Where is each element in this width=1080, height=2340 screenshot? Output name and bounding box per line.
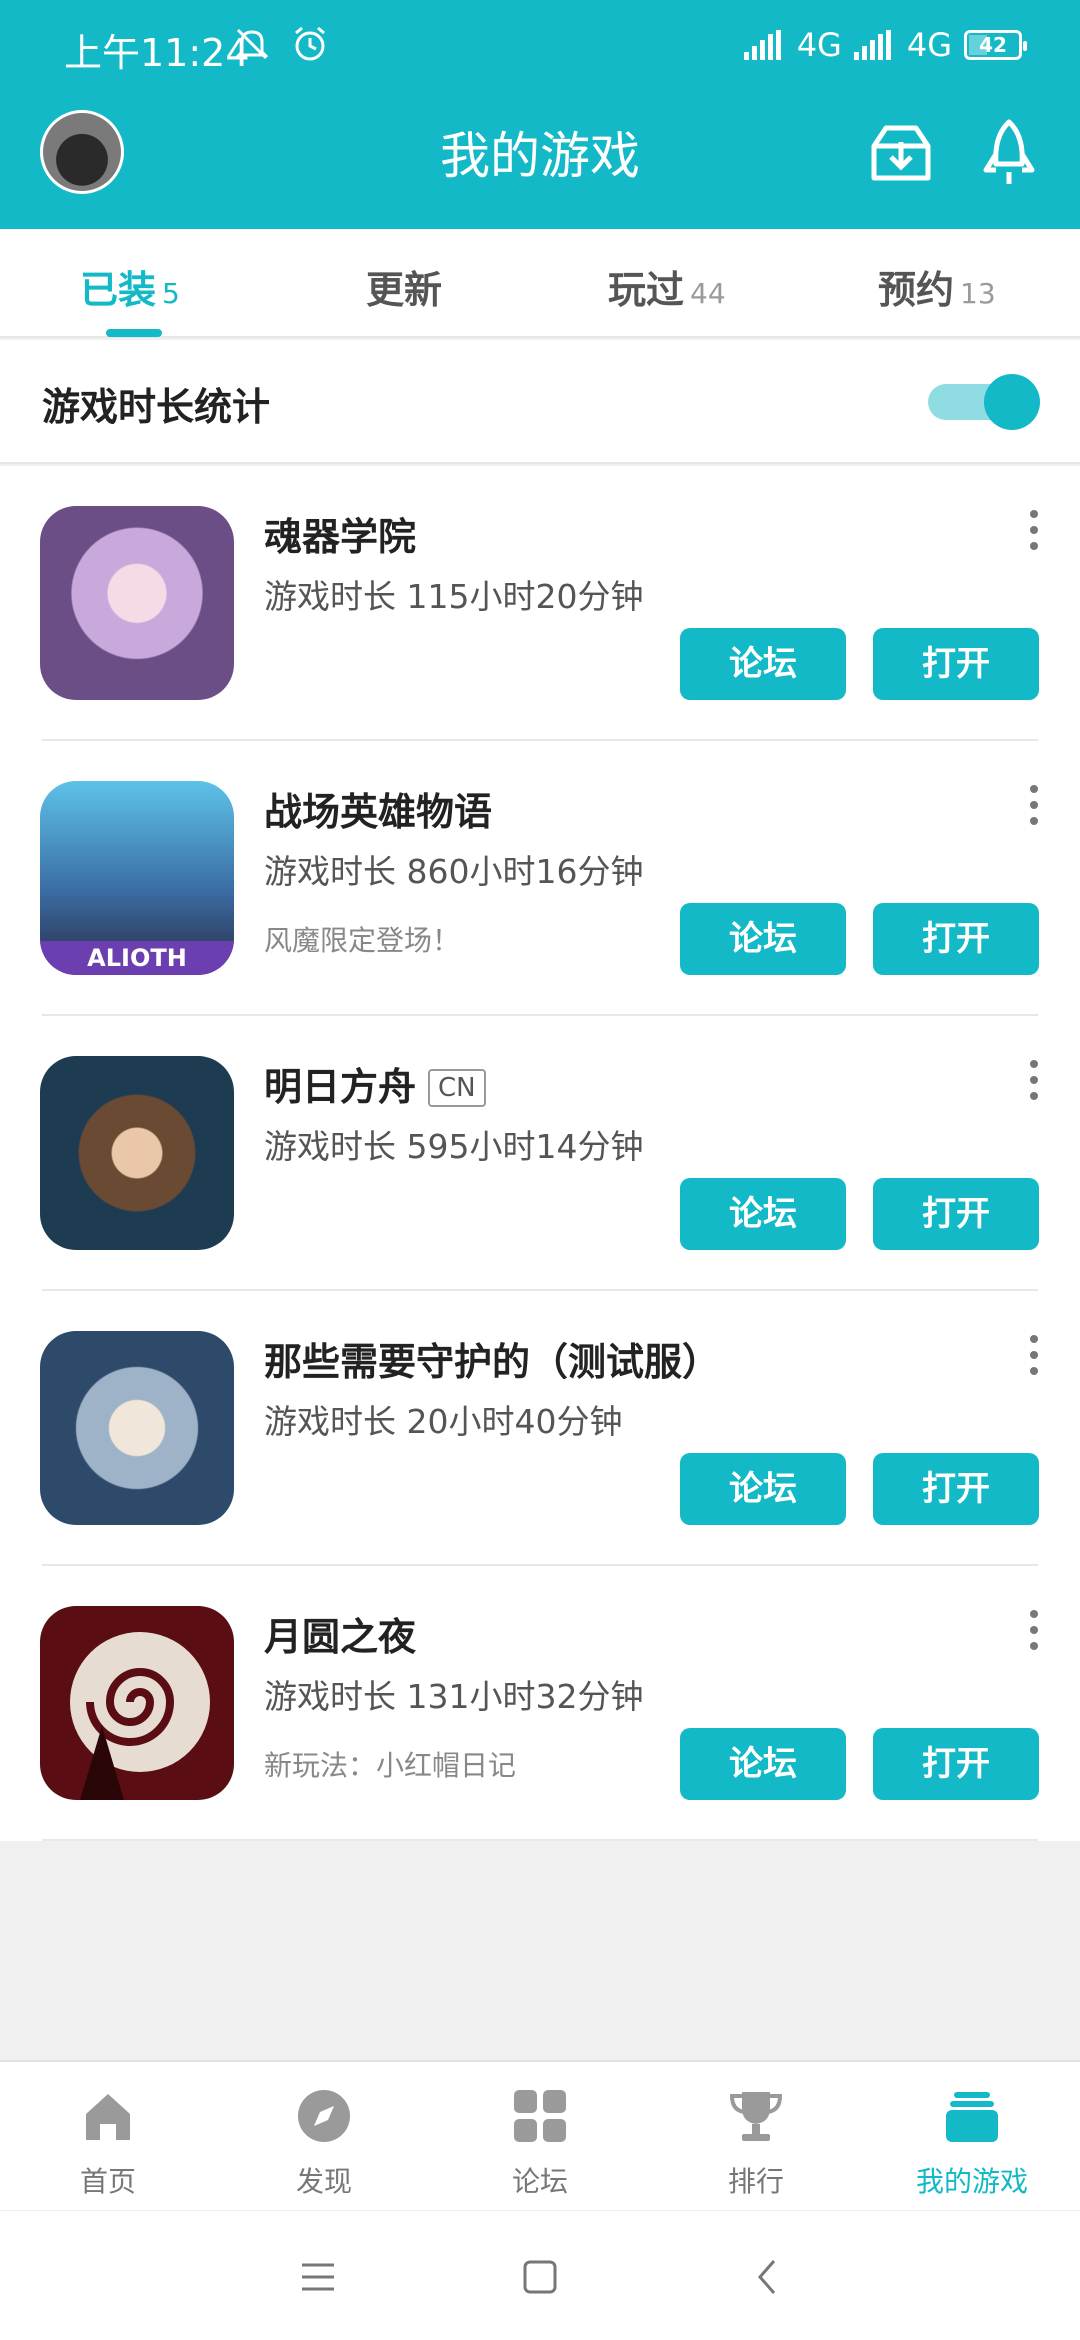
download-manager-icon[interactable]	[866, 118, 936, 188]
tab-bar: 已装 5 更新 玩过 44 预约 13	[0, 229, 1080, 338]
game-note: 新玩法：小红帽日记	[264, 1749, 517, 1782]
game-note: 风魔限定登场！	[264, 924, 461, 957]
app-header: 上午11:24 4G 4G 42 我的游戏	[0, 0, 1080, 229]
back-icon[interactable]	[740, 2249, 796, 2305]
game-icon[interactable]	[40, 506, 234, 700]
menu-icon[interactable]	[290, 2249, 346, 2305]
game-icon[interactable]	[40, 1606, 234, 1800]
game-playtime: 游戏时长 595小时14分钟	[264, 1127, 644, 1166]
status-time: 上午11:24	[64, 31, 250, 75]
game-name: 月圆之夜	[264, 1615, 417, 1659]
forum-button[interactable]: 论坛	[680, 903, 846, 975]
playtime-stats-label: 游戏时长统计	[42, 385, 271, 429]
tab-reserved[interactable]: 预约 13	[878, 259, 996, 314]
nav-ranking[interactable]: 排行	[648, 2062, 864, 2212]
tab-installed[interactable]: 已装 5	[80, 259, 180, 314]
open-button[interactable]: 打开	[873, 1453, 1039, 1525]
playtime-stats-toggle[interactable]	[924, 374, 1040, 430]
network-type: 4G	[906, 26, 952, 64]
nav-discover[interactable]: 发现	[216, 2062, 432, 2212]
compass-icon	[298, 2090, 350, 2142]
signal-icon	[743, 30, 781, 60]
stack-icon	[946, 2092, 998, 2142]
moon-swirl-icon	[70, 1632, 210, 1800]
game-name: 明日方舟 CN	[264, 1056, 486, 1111]
game-name: 魂器学院	[264, 515, 417, 559]
tab-updates[interactable]: 更新	[366, 259, 448, 314]
nav-forum[interactable]: 论坛	[432, 2062, 648, 2212]
forum-button[interactable]: 论坛	[680, 1728, 846, 1800]
game-playtime: 游戏时长 860小时16分钟	[264, 852, 644, 891]
nav-my-games[interactable]: 我的游戏	[864, 2062, 1080, 2212]
game-icon-caption: ALIOTH	[40, 941, 234, 975]
forum-button[interactable]: 论坛	[680, 1453, 846, 1525]
grid-icon	[514, 2090, 566, 2142]
game-name: 战场英雄物语	[264, 790, 493, 834]
game-list: 魂器学院 游戏时长 115小时20分钟 论坛 打开 ALIOTH 战场英雄物语 …	[0, 466, 1080, 1841]
battery-icon: 42	[964, 30, 1027, 60]
status-bar: 上午11:24 4G 4G 42	[0, 0, 1080, 95]
game-playtime: 游戏时长 20小时40分钟	[264, 1402, 623, 1441]
trophy-icon	[729, 2092, 783, 2141]
more-options-icon[interactable]	[1024, 785, 1044, 829]
alarm-icon	[295, 26, 325, 61]
game-playtime: 游戏时长 131小时32分钟	[264, 1677, 644, 1716]
open-button[interactable]: 打开	[873, 1728, 1039, 1800]
home-icon	[86, 2094, 130, 2140]
more-options-icon[interactable]	[1024, 1060, 1044, 1104]
game-playtime: 游戏时长 115小时20分钟	[264, 577, 644, 616]
open-button[interactable]: 打开	[873, 903, 1039, 975]
battery-level: 42	[979, 33, 1007, 57]
signal-icon	[853, 30, 891, 60]
game-name: 那些需要守护的（测试服）	[264, 1340, 721, 1384]
tab-indicator	[106, 329, 162, 337]
open-button[interactable]: 打开	[873, 628, 1039, 700]
more-options-icon[interactable]	[1024, 510, 1044, 554]
forum-button[interactable]: 论坛	[680, 628, 846, 700]
mute-notifications-icon	[235, 28, 269, 60]
more-options-icon[interactable]	[1024, 1610, 1044, 1654]
list-item: 月圆之夜 游戏时长 131小时32分钟 新玩法：小红帽日记 论坛 打开	[0, 1566, 1080, 1841]
network-type: 4G	[796, 26, 842, 64]
list-item: 那些需要守护的（测试服） 游戏时长 20小时40分钟 论坛 打开	[0, 1291, 1080, 1566]
nav-home[interactable]: 首页	[0, 2062, 216, 2212]
open-button[interactable]: 打开	[873, 1178, 1039, 1250]
home-button-icon[interactable]	[512, 2249, 568, 2305]
bottom-nav: 首页 发现 论坛 排行 我的游戏	[0, 2060, 1080, 2210]
playtime-stats-row: 游戏时长统计	[0, 340, 1080, 464]
region-badge: CN	[428, 1069, 486, 1107]
list-item: ALIOTH 战场英雄物语 游戏时长 860小时16分钟 风魔限定登场！ 论坛 …	[0, 741, 1080, 1016]
list-item: 魂器学院 游戏时长 115小时20分钟 论坛 打开	[0, 466, 1080, 741]
game-icon[interactable]	[40, 1331, 234, 1525]
list-item: 明日方舟 CN 游戏时长 595小时14分钟 论坛 打开	[0, 1016, 1080, 1291]
forum-button[interactable]: 论坛	[680, 1178, 846, 1250]
game-icon[interactable]: ALIOTH	[40, 781, 234, 975]
rocket-icon[interactable]	[974, 118, 1044, 188]
more-options-icon[interactable]	[1024, 1335, 1044, 1379]
game-icon[interactable]	[40, 1056, 234, 1250]
tab-played[interactable]: 玩过 44	[608, 259, 726, 314]
system-navigation-bar	[0, 2210, 1080, 2340]
